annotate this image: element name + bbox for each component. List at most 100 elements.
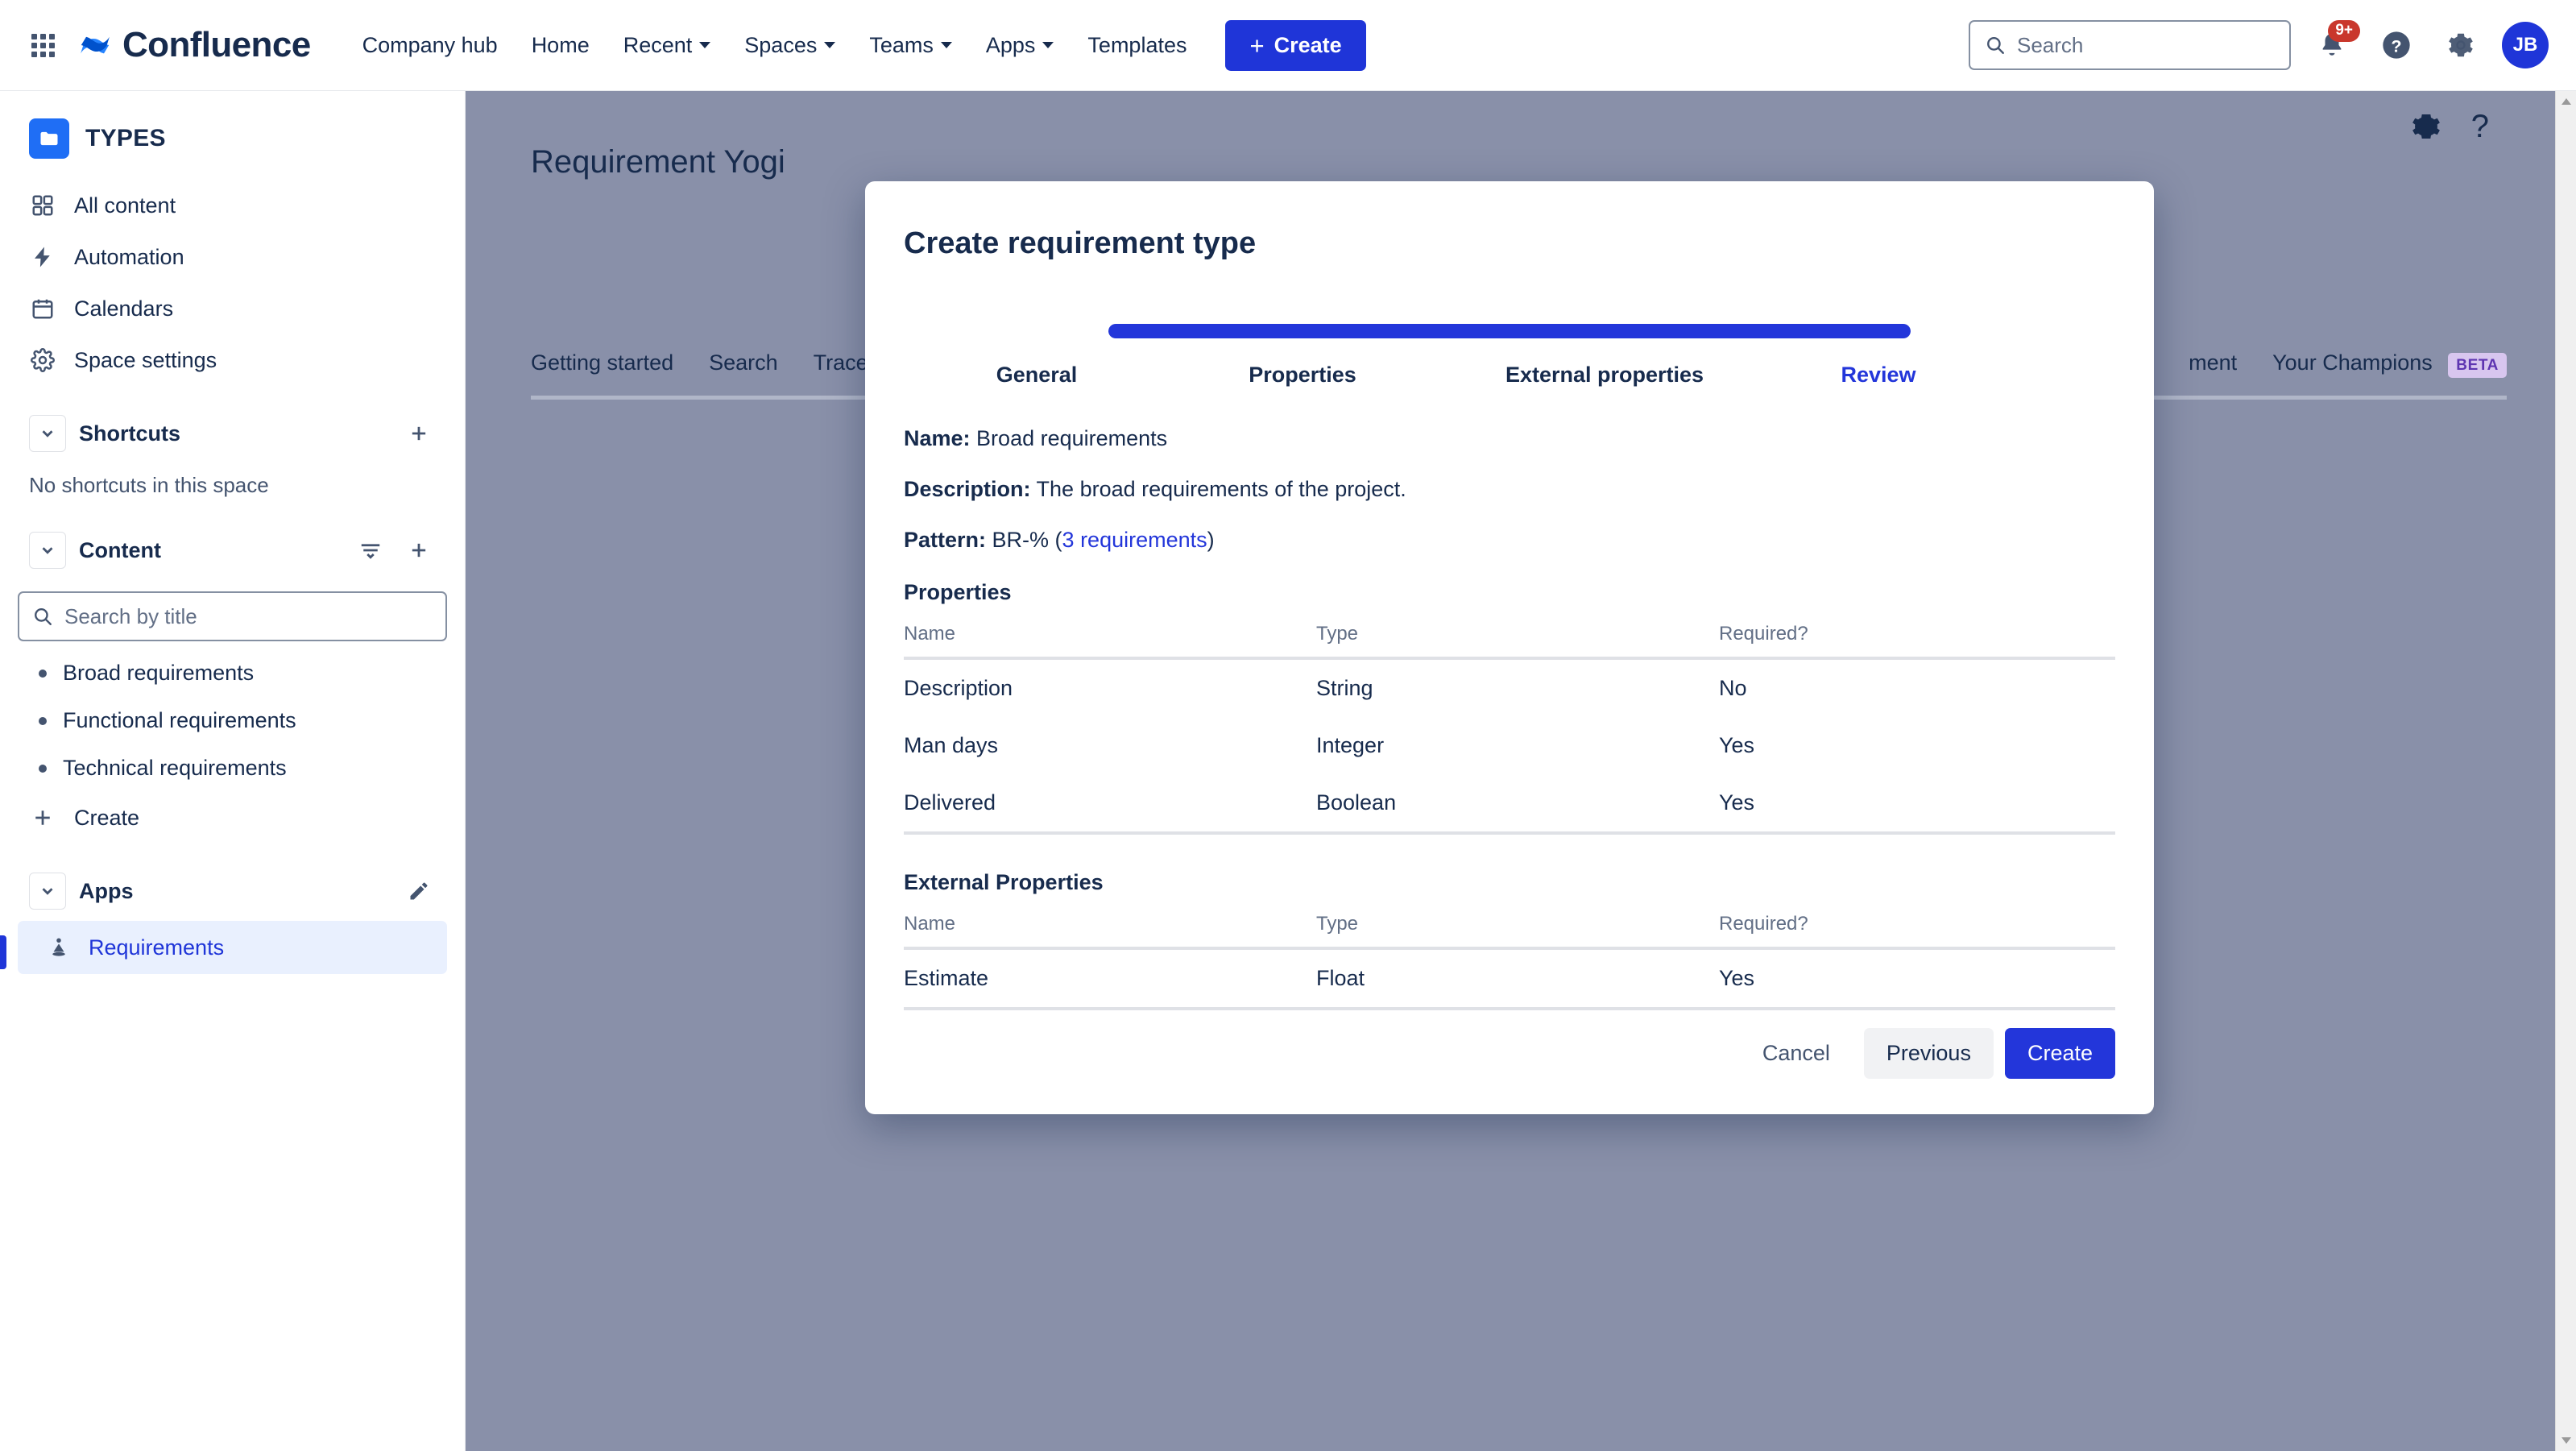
property-required: Yes — [1719, 774, 2115, 835]
nav-recent[interactable]: Recent — [609, 22, 726, 69]
beta-badge: BETA — [2448, 353, 2507, 378]
external-property-type: Float — [1316, 948, 1719, 1010]
sidebar-create-label: Create — [74, 805, 140, 830]
page-settings-button[interactable] — [2405, 106, 2447, 147]
tab-label: ment — [2189, 350, 2238, 375]
review-description-value: The broad requirements of the project. — [1036, 477, 1406, 501]
nav-home[interactable]: Home — [517, 22, 604, 69]
content-search-placeholder: Search by title — [64, 603, 197, 628]
edit-apps-button[interactable] — [402, 874, 436, 908]
sidebar-item-space-settings[interactable]: Space settings — [18, 334, 447, 386]
nav-label: Recent — [623, 32, 693, 57]
external-col-type: Type — [1316, 905, 1719, 950]
nav-spaces[interactable]: Spaces — [730, 22, 850, 69]
shortcuts-collapse-toggle[interactable] — [29, 415, 66, 452]
wizard-step-properties[interactable]: Properties — [1170, 363, 1435, 388]
wizard-step-label: External properties — [1505, 363, 1704, 387]
sidebar-item-automation[interactable]: Automation — [18, 231, 447, 283]
review-name-label: Name: — [904, 426, 971, 450]
chevron-down-icon — [699, 42, 711, 48]
primary-nav-items: Company hub Home Recent Spaces Teams App… — [348, 22, 1202, 69]
table-row: Man days Integer Yes — [904, 717, 2115, 774]
external-col-name: Name — [904, 905, 1316, 950]
nav-apps[interactable]: Apps — [971, 22, 1069, 69]
property-name: Delivered — [904, 774, 1316, 835]
wizard-step-general[interactable]: General — [904, 363, 1170, 388]
wizard-step-label: Properties — [1249, 363, 1356, 387]
previous-button[interactable]: Previous — [1863, 1028, 1994, 1079]
property-type: Boolean — [1316, 774, 1719, 835]
page-help-button[interactable]: ? — [2471, 109, 2489, 145]
content-search-input[interactable]: Search by title — [18, 591, 447, 641]
sidebar-page-broad-requirements[interactable]: Broad requirements — [18, 649, 447, 697]
filter-content-button[interactable] — [354, 533, 387, 567]
wizard-step-external-properties[interactable]: External properties — [1435, 363, 1774, 388]
sidebar-item-label: Space settings — [74, 347, 217, 372]
nav-templates[interactable]: Templates — [1073, 22, 1201, 69]
nav-label: Teams — [869, 32, 934, 57]
scroll-down-arrow-icon[interactable] — [2556, 1430, 2576, 1451]
create-button[interactable]: Create — [2004, 1028, 2115, 1079]
plus-icon — [412, 543, 426, 558]
external-property-required: Yes — [1719, 948, 2115, 1010]
help-button[interactable]: ? — [2373, 22, 2420, 68]
wizard-step-review[interactable]: Review — [1774, 363, 1983, 388]
sidebar-create-page-button[interactable]: Create — [18, 792, 447, 844]
chevron-down-icon — [940, 42, 952, 48]
sidebar-item-requirements[interactable]: Requirements — [0, 921, 447, 974]
nav-label: Home — [531, 32, 590, 57]
global-navigation: Confluence Company hub Home Recent Space… — [0, 0, 2576, 91]
shortcuts-actions — [402, 417, 436, 450]
external-properties-table: Name Type Required? Estimate Float Yes — [904, 905, 2115, 1010]
tab-your-champions[interactable]: Your Champions BETA — [2272, 350, 2507, 392]
chevron-down-icon — [1042, 42, 1054, 48]
apps-collapse-toggle[interactable] — [29, 873, 66, 910]
modal-title: Create requirement type — [904, 226, 1257, 260]
tab-search[interactable]: Search — [709, 350, 778, 392]
properties-table: Name Type Required? Description String N… — [904, 615, 2115, 835]
add-content-button[interactable] — [402, 533, 436, 567]
nav-teams[interactable]: Teams — [855, 22, 967, 69]
content-collapse-toggle[interactable] — [29, 532, 66, 569]
tab-trace[interactable]: Trace — [814, 350, 868, 392]
sidebar-item-calendars[interactable]: Calendars — [18, 283, 447, 334]
settings-button[interactable] — [2437, 22, 2484, 68]
apps-actions — [402, 874, 436, 908]
review-pattern-row: Pattern: BR-% (3 requirements) — [904, 528, 1215, 552]
table-row: Delivered Boolean Yes — [904, 774, 2115, 835]
add-shortcut-button[interactable] — [402, 417, 436, 450]
bullet-icon — [39, 669, 47, 678]
sidebar-item-all-content[interactable]: All content — [18, 180, 447, 231]
tab-label: Getting started — [531, 350, 674, 375]
sidebar-page-technical-requirements[interactable]: Technical requirements — [18, 744, 447, 792]
notifications-button[interactable]: 9+ — [2309, 20, 2360, 68]
wizard-stepper: General Properties External properties R… — [904, 324, 2115, 388]
shortcuts-title: Shortcuts — [79, 421, 181, 446]
app-switcher-icon[interactable] — [27, 30, 58, 60]
scroll-up-arrow-icon[interactable] — [2556, 91, 2576, 112]
chevron-down-icon — [42, 888, 53, 895]
global-nav-right: Search 9+ ? JB — [1969, 20, 2549, 70]
review-name-value: Broad requirements — [976, 426, 1168, 450]
page-actions: ? — [2405, 106, 2489, 147]
help-icon: ? — [2383, 31, 2410, 59]
global-search-input[interactable]: Search — [1969, 20, 2291, 70]
space-header[interactable]: TYPES — [18, 112, 447, 180]
confluence-logo[interactable]: Confluence — [77, 25, 311, 65]
wizard-progress-fill — [1108, 324, 1911, 338]
global-create-button[interactable]: + Create — [1225, 19, 1366, 71]
chevron-down-icon — [42, 430, 53, 437]
tab-management[interactable]: ment — [2189, 350, 2237, 392]
nav-company-hub[interactable]: Company hub — [348, 22, 512, 69]
search-icon — [1987, 37, 2004, 54]
sidebar-page-functional-requirements[interactable]: Functional requirements — [18, 697, 447, 744]
page-scrollbar[interactable] — [2555, 91, 2576, 1451]
review-summary: Name: Broad requirements Description: Th… — [904, 426, 2115, 1010]
cancel-button[interactable]: Cancel — [1740, 1028, 1853, 1079]
tab-getting-started[interactable]: Getting started — [531, 350, 673, 392]
search-icon — [35, 608, 52, 625]
pattern-requirements-link[interactable]: 3 requirements — [1062, 528, 1207, 552]
table-row: Estimate Float Yes — [904, 948, 2115, 1010]
plus-icon — [412, 426, 426, 441]
user-avatar[interactable]: JB — [2502, 22, 2549, 68]
